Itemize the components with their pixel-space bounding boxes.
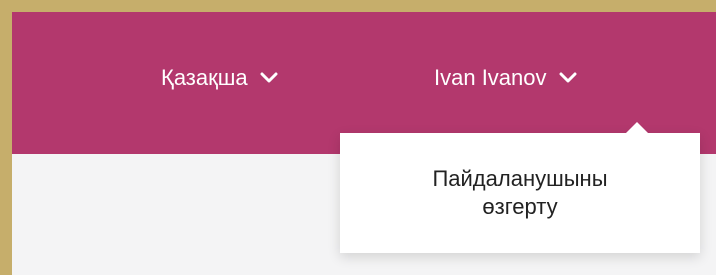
language-selector-label: Қазақша bbox=[161, 65, 248, 90]
language-selector[interactable]: Қазақша bbox=[161, 63, 278, 93]
chevron-down-icon bbox=[559, 72, 577, 84]
app-window: Қазақша Ivan Ivanov Пайдаланушыны өзгерт… bbox=[12, 12, 716, 275]
user-dropdown-menu: Пайдаланушыны өзгерту bbox=[340, 122, 700, 253]
change-user-menu-item[interactable]: Пайдаланушыны өзгерту bbox=[395, 165, 645, 221]
chevron-down-icon bbox=[260, 72, 278, 84]
user-menu[interactable]: Ivan Ivanov bbox=[434, 63, 577, 93]
user-name: Ivan Ivanov bbox=[434, 65, 547, 90]
dropdown-caret bbox=[625, 122, 649, 134]
